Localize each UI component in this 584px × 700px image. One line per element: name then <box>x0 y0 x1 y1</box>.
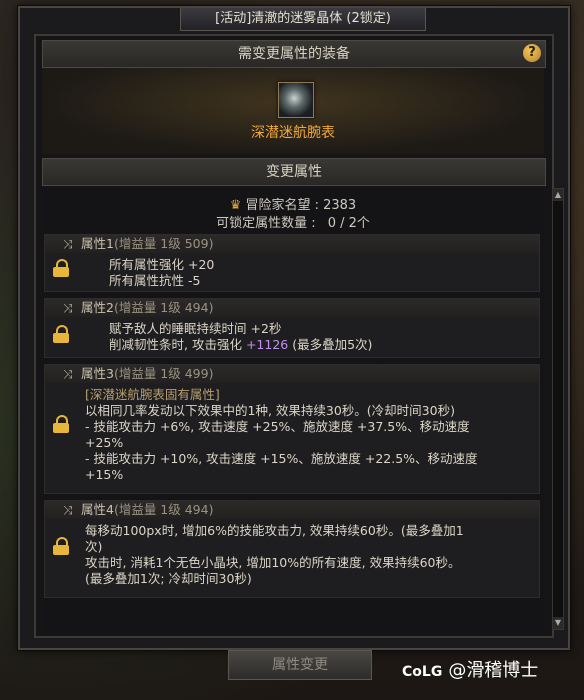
lock-icon[interactable] <box>53 325 69 343</box>
lockable-line: 可锁定属性数量 : 0 / 2个 <box>42 212 544 231</box>
scroll-up-icon[interactable]: ▲ <box>553 189 563 201</box>
attack-boost-value: +1126 <box>245 337 289 352</box>
attribute-2: ⤨ 属性2(增益量 1级 494) 赋予敌人的睡眠持续时间 +2秒 削减韧性条时… <box>44 298 540 358</box>
shuffle-icon: ⤨ <box>63 237 73 251</box>
dialog-frame: 需变更属性的装备 ? 深潜迷航腕表 变更属性 ♛ 冒险家名望 : 2383 可锁定… <box>34 34 564 638</box>
attribute-2-body: 赋予敌人的睡眠持续时间 +2秒 削减韧性条时, 攻击强化 +1126 (最多叠加… <box>109 321 373 352</box>
change-attribute-button[interactable]: 属性变更 <box>228 650 372 680</box>
watermark: CoLG @滑稽博士 <box>402 660 539 681</box>
attribute-3-body: [深潜迷航腕表固有属性] 以相同几率发动以下效果中的1种, 效果持续30秒。(冷… <box>85 387 478 482</box>
scrollbar[interactable]: ▲ ▼ <box>552 188 564 630</box>
change-section-header: 变更属性 <box>42 158 546 186</box>
attribute-1: ⤨ 属性1(增益量 1级 509) 所有属性强化 +20 所有属性抗性 -5 <box>44 234 540 292</box>
window-title: [活动]清澈的迷雾晶体 (2锁定) <box>180 8 426 31</box>
equipment-name: 深潜迷航腕表 <box>251 125 335 141</box>
shuffle-icon: ⤨ <box>63 367 73 381</box>
fame-icon: ♛ <box>229 198 242 213</box>
attribute-1-title: ⤨ 属性1(增益量 1级 509) <box>45 235 539 253</box>
attribute-2-title: ⤨ 属性2(增益量 1级 494) <box>45 299 539 317</box>
attribute-3: ⤨ 属性3(增益量 1级 499) [深潜迷航腕表固有属性] 以相同几率发动以下… <box>44 364 540 494</box>
equipment-slot[interactable] <box>278 82 314 118</box>
equip-area: 深潜迷航腕表 <box>42 68 544 154</box>
equip-section-header: 需变更属性的装备 ? <box>42 40 546 68</box>
equip-section-title: 需变更属性的装备 <box>238 46 350 62</box>
attribute-4-title: ⤨ 属性4(增益量 1级 494) <box>45 501 539 519</box>
shuffle-icon: ⤨ <box>63 301 73 315</box>
attribute-4: ⤨ 属性4(增益量 1级 494) 每移动100px时, 增加6%的技能攻击力,… <box>44 500 540 598</box>
lock-icon[interactable] <box>53 537 69 555</box>
lock-icon[interactable] <box>53 259 69 277</box>
attribute-list: ♛ 冒险家名望 : 2383 可锁定属性数量 : 0 / 2个 ⤨ 属性1(增益量… <box>42 186 564 632</box>
attribute-4-body: 每移动100px时, 增加6%的技能攻击力, 效果持续60秒。(最多叠加1 次)… <box>85 523 464 586</box>
lockable-value: 0 / 2个 <box>327 216 370 231</box>
lock-icon[interactable] <box>53 415 69 433</box>
scroll-down-icon[interactable]: ▼ <box>553 617 563 629</box>
attribute-3-title: ⤨ 属性3(增益量 1级 499) <box>45 365 539 383</box>
shuffle-icon: ⤨ <box>63 503 73 517</box>
help-icon[interactable]: ? <box>523 44 541 62</box>
crystal-dialog: [活动]清澈的迷雾晶体 (2锁定) 需变更属性的装备 ? 深潜迷航腕表 变更属性… <box>18 6 570 650</box>
lockable-label: 可锁定属性数量 : <box>216 216 316 231</box>
fame-text: 冒险家名望 : 2383 <box>245 198 357 213</box>
fame-line: ♛ 冒险家名望 : 2383 <box>42 194 544 213</box>
attribute-1-body: 所有属性强化 +20 所有属性抗性 -5 <box>109 257 215 288</box>
